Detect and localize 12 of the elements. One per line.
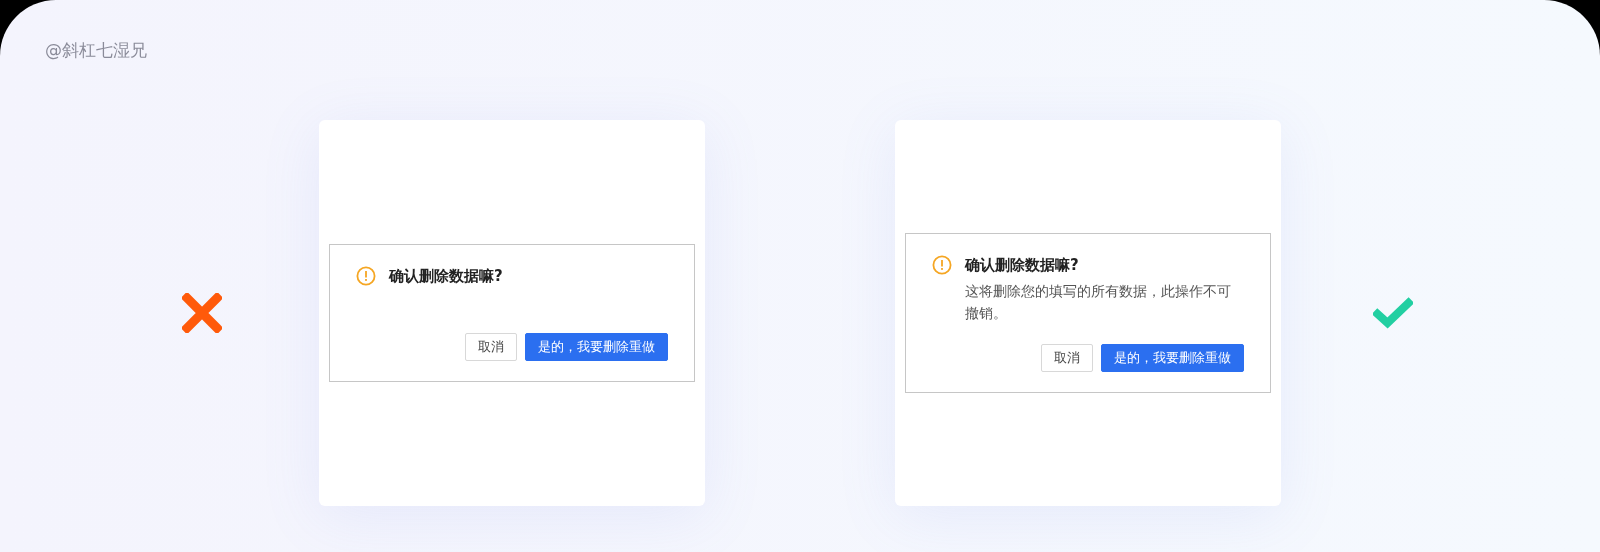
author-tag: @斜杠七湿兄 bbox=[45, 38, 147, 62]
cancel-button[interactable]: 取消 bbox=[1041, 344, 1093, 372]
dialog-title: 确认删除数据嘛? bbox=[389, 266, 503, 287]
warning-icon bbox=[356, 266, 376, 286]
dialog-description: 这将删除您的填写的所有数据，此操作不可撤销。 bbox=[965, 282, 1232, 323]
confirm-button[interactable]: 是的，我要删除重做 bbox=[1101, 344, 1244, 372]
dialog-title: 确认删除数据嘛? bbox=[965, 255, 1079, 276]
checkmark-icon bbox=[1373, 296, 1413, 330]
cancel-button[interactable]: 取消 bbox=[465, 333, 517, 361]
cross-icon bbox=[182, 293, 222, 333]
warning-icon bbox=[932, 255, 952, 275]
confirm-button[interactable]: 是的，我要删除重做 bbox=[525, 333, 668, 361]
